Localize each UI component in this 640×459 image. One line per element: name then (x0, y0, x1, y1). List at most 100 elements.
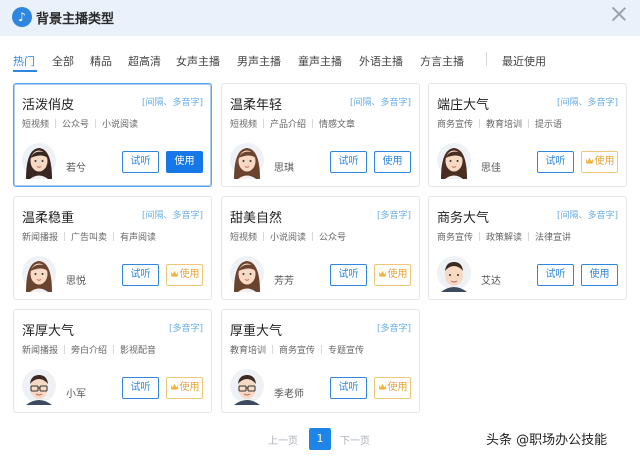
category-tag: 短视频 (22, 120, 50, 130)
category-separator (95, 119, 97, 128)
category-tag: 新闻播报 (22, 346, 59, 356)
voice-style-name: 温柔稳重 (22, 211, 75, 226)
voice-style-name: 端庄大气 (437, 98, 490, 113)
use-button[interactable]: 使用 (581, 264, 618, 286)
voice-card[interactable]: 浑厚大气 [多音字] 新闻播报 旁白介绍 影视配音 小军 试听 使用 (13, 309, 212, 413)
feature-tags: [间隔、多音字] (141, 211, 203, 221)
use-button-label: 使用 (387, 382, 408, 393)
avatar (230, 254, 264, 292)
category-tag: 提示语 (535, 120, 563, 130)
tab-recent[interactable]: 最近使用 (502, 53, 546, 69)
avatar (230, 367, 264, 405)
tab-female[interactable]: 女声主播 (176, 53, 220, 69)
category-list: 商务宣传 教育培训 提示语 (437, 117, 562, 130)
use-button-label: 使用 (387, 269, 408, 280)
feature-tags: [间隔、多音字] (556, 211, 618, 221)
category-tabs: 热门 全部 精品 超高清 女声主播 男声主播 童声主播 外语主播 方言主播 最近… (0, 50, 640, 74)
feature-tags: [间隔、多音字] (556, 98, 618, 108)
voice-style-name: 活泼俏皮 (22, 98, 75, 113)
use-button[interactable]: 使用 (166, 151, 203, 173)
category-tag: 公众号 (62, 120, 90, 130)
music-note-icon: ♪ (12, 7, 32, 27)
voice-style-name: 浑厚大气 (22, 324, 75, 339)
tab-child[interactable]: 童声主播 (298, 53, 342, 69)
voice-name: 小军 (66, 389, 86, 400)
use-button[interactable]: 使用 (581, 151, 618, 173)
category-list: 短视频 公众号 小说阅读 (22, 117, 138, 130)
category-tag: 新闻播报 (22, 233, 59, 243)
listen-button[interactable]: 试听 (122, 264, 159, 286)
voice-card[interactable]: 温柔年轻 [间隔、多音字] 短视频 产品介绍 情感文章 思琪 试听 使用 (221, 83, 420, 187)
category-tag: 商务宣传 (437, 120, 474, 130)
listen-button[interactable]: 试听 (330, 264, 367, 286)
vip-crown-icon (378, 383, 386, 390)
category-list: 短视频 小说阅读 公众号 (230, 230, 346, 243)
current-page-button[interactable]: 1 (309, 428, 331, 450)
feature-tags: [多音字] (376, 324, 411, 334)
voice-card[interactable]: 温柔稳重 [间隔、多音字] 新闻播报 广告叫卖 有声阅读 思悦 试听 使用 (13, 196, 212, 300)
category-list: 教育培训 商务宣传 专题宣传 (230, 343, 364, 356)
category-tag: 有声阅读 (120, 233, 157, 243)
tab-male[interactable]: 男声主播 (237, 53, 281, 69)
voice-name: 思琪 (274, 163, 294, 174)
category-separator (528, 232, 530, 241)
vip-crown-icon (378, 270, 386, 277)
category-tag: 产品介绍 (270, 120, 307, 130)
dialog-title: 背景主播类型 (36, 12, 115, 27)
listen-button[interactable]: 试听 (122, 151, 159, 173)
voice-name: 芳芳 (274, 276, 294, 287)
voice-style-name: 温柔年轻 (230, 98, 283, 113)
watermark: 头条 @职场办公技能 (486, 433, 608, 448)
voice-name: 思佳 (481, 163, 501, 174)
use-button[interactable]: 使用 (374, 151, 411, 173)
category-list: 新闻播报 广告叫卖 有声阅读 (22, 230, 156, 243)
voice-card[interactable]: 商务大气 [间隔、多音字] 商务宣传 政策解读 法律宣讲 艾达 试听 使用 (428, 196, 627, 300)
active-tab-underline (13, 70, 37, 72)
category-tag: 教育培训 (230, 346, 267, 356)
tab-hot[interactable]: 热门 (13, 53, 35, 69)
tab-divider (486, 52, 487, 66)
category-tag: 法律宣讲 (535, 233, 572, 243)
use-button[interactable]: 使用 (166, 377, 203, 399)
category-separator (64, 232, 66, 241)
category-tag: 专题宣传 (328, 346, 365, 356)
use-button-label: 使用 (594, 156, 615, 167)
voice-card[interactable]: 甜美自然 [多音字] 短视频 小说阅读 公众号 芳芳 试听 使用 (221, 196, 420, 300)
category-separator (528, 119, 530, 128)
listen-button[interactable]: 试听 (537, 264, 574, 286)
listen-button[interactable]: 试听 (122, 377, 159, 399)
category-separator (263, 119, 265, 128)
category-tag: 公众号 (319, 233, 347, 243)
category-separator (312, 119, 314, 128)
listen-button[interactable]: 试听 (330, 151, 367, 173)
use-button[interactable]: 使用 (374, 264, 411, 286)
category-separator (55, 119, 57, 128)
next-page-button[interactable]: 下一页 (340, 432, 370, 447)
voice-card[interactable]: 活泼俏皮 [间隔、多音字] 短视频 公众号 小说阅读 若兮 试听 使用 (13, 83, 212, 187)
vip-crown-icon (585, 157, 593, 164)
category-separator (321, 345, 323, 354)
listen-button[interactable]: 试听 (537, 151, 574, 173)
tab-premium[interactable]: 精品 (90, 53, 112, 69)
prev-page-button[interactable]: 上一页 (268, 432, 298, 447)
category-tag: 短视频 (230, 233, 258, 243)
close-icon[interactable] (610, 5, 628, 23)
category-separator (64, 345, 66, 354)
tab-ultra-hd[interactable]: 超高清 (128, 53, 161, 69)
dialog-header: ♪ 背景主播类型 (0, 0, 640, 36)
use-button-label: 使用 (179, 382, 200, 393)
tab-dialect[interactable]: 方言主播 (420, 53, 464, 69)
use-button[interactable]: 使用 (374, 377, 411, 399)
voice-card[interactable]: 端庄大气 [间隔、多音字] 商务宣传 教育培训 提示语思佳 试听 使用 (428, 83, 627, 187)
avatar (230, 141, 264, 179)
use-button[interactable]: 使用 (166, 264, 203, 286)
category-separator (113, 232, 115, 241)
listen-button[interactable]: 试听 (330, 377, 367, 399)
avatar (22, 254, 56, 292)
feature-tags: [多音字] (376, 211, 411, 221)
tab-all[interactable]: 全部 (52, 53, 74, 69)
tab-foreign[interactable]: 外语主播 (359, 53, 403, 69)
category-tag: 小说阅读 (270, 233, 307, 243)
category-separator (479, 232, 481, 241)
voice-card[interactable]: 厚重大气 [多音字] 教育培训 商务宣传 专题宣传 季老师 试听 使用 (221, 309, 420, 413)
